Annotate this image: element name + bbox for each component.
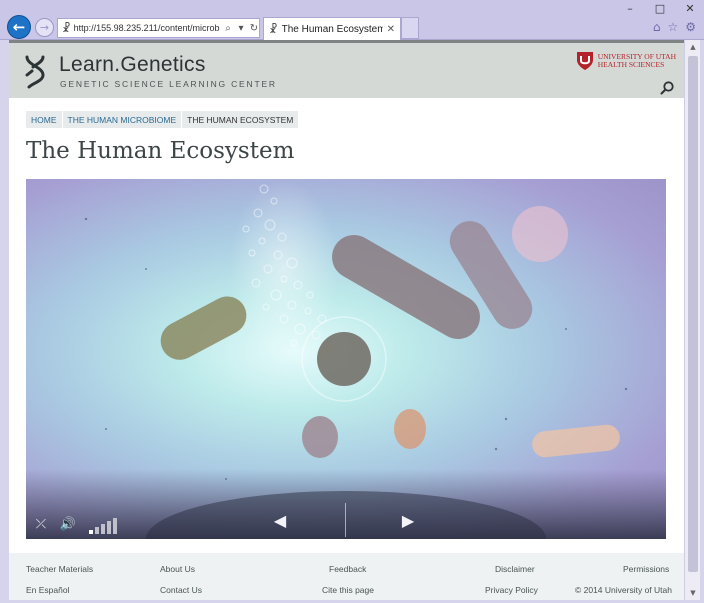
volume-icon[interactable]: 🔊 — [57, 513, 79, 535]
university-text: UNIVERSITY OF UTAH HEALTH SCIENCES — [597, 52, 676, 70]
page-scrollbar[interactable]: ▲ ▼ — [684, 40, 700, 600]
breadcrumb-human-microbiome[interactable]: THE HUMAN MICROBIOME — [63, 111, 183, 128]
footer-feedback[interactable]: Feedback — [329, 564, 366, 574]
footer-cite-page[interactable]: Cite this page — [322, 585, 374, 595]
address-bar[interactable]: ☧ http://155.98.235.211/content/microbio… — [57, 18, 260, 38]
new-tab-button[interactable] — [401, 17, 419, 39]
refresh-icon[interactable]: ↻ — [249, 23, 259, 34]
breadcrumb-current: THE HUMAN ECOSYSTEM — [187, 114, 294, 125]
window-controls: – □ ✕ — [622, 2, 698, 15]
controls-divider — [345, 503, 346, 537]
scroll-up-icon[interactable]: ▲ — [685, 40, 701, 54]
tab-favicon-icon: ☧ — [269, 22, 278, 36]
close-window-button[interactable]: ✕ — [682, 2, 698, 15]
minimize-button[interactable]: – — [622, 2, 638, 15]
breadcrumb: HOME THE HUMAN MICROBIOME THE HUMAN ECOS… — [26, 111, 299, 128]
microbe-scene-image — [26, 179, 666, 539]
gear-icon[interactable]: ⚙ — [685, 20, 696, 34]
dna-logo-icon[interactable] — [23, 55, 47, 89]
page-title: The Human Ecosystem — [26, 138, 295, 164]
browser-chrome: – □ ✕ ← → ☧ http://155.98.235.211/conten… — [0, 0, 704, 40]
browser-tab[interactable]: ☧ The Human Ecosystem ✕ — [263, 17, 401, 40]
back-arrow-icon: ← — [12, 18, 26, 36]
tab-close-icon[interactable]: ✕ — [387, 24, 395, 35]
footer-privacy-policy[interactable]: Privacy Policy — [485, 585, 538, 595]
home-icon[interactable]: ⌂ — [653, 20, 661, 34]
university-line-2: HEALTH SCIENCES — [597, 60, 665, 69]
volume-bars-icon — [89, 518, 117, 534]
volume-bar — [113, 518, 117, 534]
scrollbar-thumb[interactable] — [688, 56, 698, 572]
next-button[interactable]: ▶ — [394, 507, 422, 533]
volume-level-slider[interactable] — [88, 516, 120, 534]
footer-teacher-materials[interactable]: Teacher Materials — [26, 564, 93, 574]
site-footer: Teacher Materials En Español About Us Co… — [9, 553, 684, 600]
dropdown-icon[interactable]: ▾ — [236, 23, 246, 34]
scroll-down-icon[interactable]: ▼ — [685, 586, 701, 600]
address-url[interactable]: http://155.98.235.211/content/microbior — [74, 23, 220, 33]
footer-about-us[interactable]: About Us — [160, 564, 195, 574]
volume-bar — [107, 521, 111, 534]
video-controls-bar — [26, 510, 666, 539]
breadcrumb-home[interactable]: HOME — [26, 111, 63, 128]
site-brand[interactable]: Learn.Genetics — [59, 53, 206, 77]
footer-contact-us[interactable]: Contact Us — [160, 585, 202, 595]
back-button[interactable]: ← — [7, 15, 31, 39]
volume-bar — [89, 530, 93, 534]
maximize-button[interactable]: □ — [652, 2, 668, 15]
previous-button[interactable]: ◀ — [266, 507, 294, 533]
university-shield-icon — [576, 52, 593, 70]
footer-copyright: © 2014 University of Utah — [575, 585, 672, 595]
star-icon[interactable]: ☆ — [667, 20, 678, 34]
site-search-icon[interactable] — [660, 81, 674, 95]
loop-icon[interactable]: ⤫ — [30, 513, 52, 535]
tab-title: The Human Ecosystem — [281, 23, 383, 35]
video-player[interactable]: ⤫ 🔊 ◀ ▶ — [26, 179, 666, 539]
forward-arrow-icon: → — [39, 21, 50, 34]
volume-bar — [101, 524, 105, 534]
search-icon[interactable]: ⌕ — [223, 23, 233, 34]
site-tagline: GENETIC SCIENCE LEARNING CENTER — [60, 79, 277, 89]
footer-en-espanol[interactable]: En Español — [26, 585, 69, 595]
volume-bar — [95, 527, 99, 534]
footer-disclaimer[interactable]: Disclaimer — [495, 564, 535, 574]
forward-button[interactable]: → — [35, 18, 54, 37]
site-header: Learn.Genetics GENETIC SCIENCE LEARNING … — [9, 40, 684, 98]
page-viewport: Learn.Genetics GENETIC SCIENCE LEARNING … — [9, 40, 684, 600]
browser-tools: ⌂ ☆ ⚙ — [653, 20, 696, 34]
footer-permissions[interactable]: Permissions — [623, 564, 669, 574]
site-favicon-icon: ☧ — [62, 21, 71, 35]
university-logo[interactable]: UNIVERSITY OF UTAH HEALTH SCIENCES — [576, 51, 676, 71]
